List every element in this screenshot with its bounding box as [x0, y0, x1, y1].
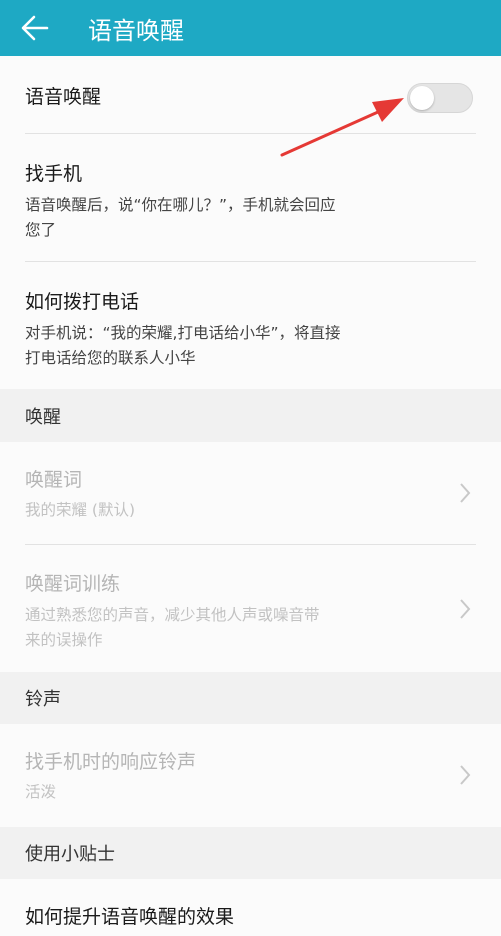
section-header-tips: 使用小贴士	[25, 844, 115, 865]
chevron-right-icon	[460, 765, 471, 785]
call-title: 如何拨打电话	[25, 291, 140, 313]
tips-row[interactable]: 如何提升语音唤醒的效果	[0, 879, 501, 936]
tips-card: 如何提升语音唤醒的效果	[0, 879, 501, 936]
wake-word-row[interactable]: 唤醒词 我的荣耀 (默认)	[0, 442, 501, 545]
app-header: 语音唤醒	[0, 0, 501, 56]
voice-wake-toggle[interactable]	[407, 83, 473, 113]
ringtone-row[interactable]: 找手机时的响应铃声 活泼	[0, 724, 501, 827]
ringtone-card: 找手机时的响应铃声 活泼	[0, 724, 501, 827]
section-header-ringtone: 铃声	[25, 689, 61, 710]
ringtone-title: 找手机时的响应铃声	[25, 751, 197, 773]
wake-training-desc-line2: 来的误操作	[25, 631, 103, 649]
wake-training-title: 唤醒词训练	[25, 573, 121, 595]
section-header-wake: 唤醒	[25, 406, 61, 428]
chevron-right-icon	[460, 483, 471, 503]
tips-title: 如何提升语音唤醒的效果	[25, 906, 235, 928]
wake-training-row[interactable]: 唤醒词训练 通过熟悉您的声音，减少其他人声或噪音带 来的误操作	[0, 545, 501, 672]
find-phone-desc-line1: 语音唤醒后，说“你在哪儿？”，手机就会回应	[25, 196, 336, 214]
wake-word-title: 唤醒词	[25, 469, 83, 491]
ringtone-value: 活泼	[25, 783, 57, 801]
call-desc-line2: 打电话给您的联系人小华	[25, 349, 196, 367]
page-title: 语音唤醒	[88, 16, 184, 45]
find-phone-row[interactable]: 找手机 语音唤醒后，说“你在哪儿？”，手机就会回应 您了	[0, 134, 501, 262]
call-row[interactable]: 如何拨打电话 对手机说：“我的荣耀,打电话给小华”，将直接 打电话给您的联系人小…	[0, 262, 501, 389]
wake-training-desc-line1: 通过熟悉您的声音，减少其他人声或噪音带	[25, 606, 320, 624]
back-button[interactable]	[0, 0, 70, 56]
find-phone-desc-line2: 您了	[25, 221, 57, 239]
arrow-left-icon	[21, 15, 49, 41]
find-phone-title: 找手机	[25, 163, 83, 185]
chevron-right-icon	[460, 599, 471, 619]
wake-settings-card: 唤醒词 我的荣耀 (默认) 唤醒词训练 通过熟悉您的声音，减少其他人声或噪音带 …	[0, 442, 501, 672]
wake-word-value: 我的荣耀 (默认)	[25, 501, 136, 519]
toggle-knob	[410, 86, 434, 110]
voice-wake-label: 语音唤醒	[25, 86, 102, 108]
call-desc-line1: 对手机说：“我的荣耀,打电话给小华”，将直接	[25, 324, 341, 342]
